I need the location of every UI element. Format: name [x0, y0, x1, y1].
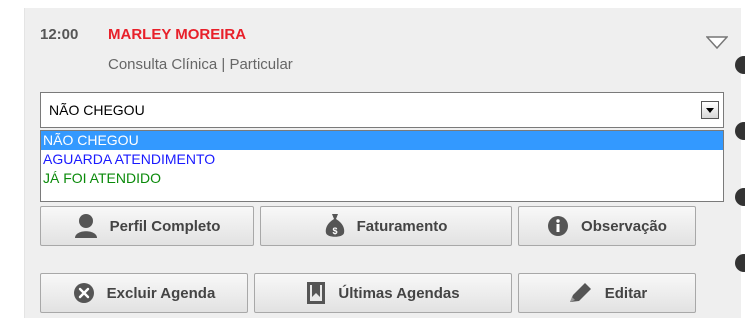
profile-button-label: Perfil Completo — [109, 217, 221, 235]
close-circle-icon — [73, 282, 95, 304]
pencil-icon — [567, 281, 593, 305]
person-icon — [74, 213, 98, 239]
last-schedules-button[interactable]: Últimas Agendas — [254, 273, 512, 313]
edit-button[interactable]: Editar — [518, 273, 696, 313]
chevron-down-icon[interactable] — [701, 101, 719, 119]
svg-text:$: $ — [332, 226, 337, 236]
patient-name[interactable]: MARLEY MOREIRA — [108, 26, 246, 43]
status-option[interactable]: AGUARDA ATENDIMENTO — [41, 150, 723, 169]
status-option[interactable]: NÃO CHEGOU — [41, 131, 723, 150]
delete-schedule-button[interactable]: Excluir Agenda — [40, 273, 248, 313]
notes-button[interactable]: Observação — [518, 206, 696, 246]
billing-button-label: Faturamento — [356, 217, 448, 235]
billing-button[interactable]: $ Faturamento — [260, 206, 512, 246]
status-select-value: NÃO CHEGOU — [49, 102, 145, 118]
edit-button-label: Editar — [604, 284, 648, 302]
bookmark-icon — [306, 281, 326, 305]
appointment-time: 12:00 — [40, 26, 79, 43]
delete-schedule-button-label: Excluir Agenda — [106, 284, 216, 302]
status-dropdown-list: NÃO CHEGOU AGUARDA ATENDIMENTO JÁ FOI AT… — [40, 130, 724, 202]
last-schedules-button-label: Últimas Agendas — [338, 284, 460, 302]
status-option[interactable]: JÁ FOI ATENDIDO — [41, 169, 723, 188]
triangle-down-icon[interactable] — [705, 36, 729, 55]
profile-button[interactable]: Perfil Completo — [40, 206, 254, 246]
notes-button-label: Observação — [581, 217, 667, 235]
appointment-subtitle: Consulta Clínica | Particular — [108, 56, 293, 73]
money-bag-icon: $ — [325, 213, 345, 239]
status-select[interactable]: NÃO CHEGOU — [40, 92, 724, 128]
info-icon — [547, 215, 569, 237]
